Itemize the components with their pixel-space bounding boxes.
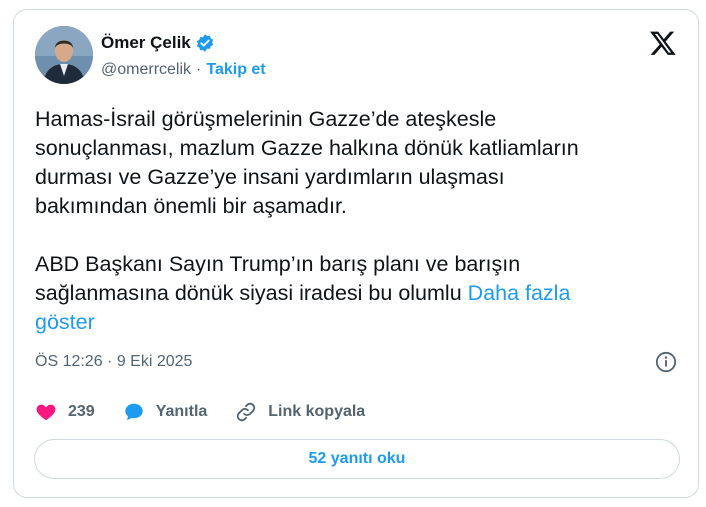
author-name-row: Ömer Çelik — [101, 33, 215, 53]
verified-badge-icon — [196, 34, 213, 52]
link-icon — [237, 402, 256, 422]
reply-bubble-icon — [124, 403, 143, 421]
avatar[interactable] — [35, 26, 93, 84]
reply-label: Yanıtla — [155, 403, 208, 420]
info-icon[interactable] — [655, 351, 677, 373]
tweet-timestamp[interactable]: ÖS 12:26 · 9 Eki 2025 — [35, 353, 192, 371]
author-name[interactable]: Ömer Çelik — [101, 33, 191, 53]
copy-link-label: Link kopyala — [268, 403, 366, 420]
reply-button[interactable]: Yanıtla — [123, 401, 208, 423]
tweet-card: Ömer Çelik @omerrcelik · Takip et Hamas-… — [13, 9, 699, 498]
like-button[interactable]: 239 — [35, 401, 95, 423]
x-logo-icon[interactable] — [649, 29, 677, 57]
tweet-text: Hamas-İsrail görüşmelerinin Gazze’de ate… — [35, 105, 675, 337]
separator-dot: · — [196, 61, 202, 78]
author-handle-row: @omerrcelik · Takip et — [101, 61, 266, 79]
author-handle[interactable]: @omerrcelik — [101, 61, 191, 79]
like-count: 239 — [68, 403, 95, 420]
heart-icon — [36, 404, 56, 421]
follow-button[interactable]: Takip et — [206, 61, 265, 79]
tweet-paragraph-2: ABD Başkanı Sayın Trump’ın barış planı v… — [35, 252, 521, 305]
tweet-paragraph-1: Hamas-İsrail görüşmelerinin Gazze’de ate… — [35, 107, 579, 218]
action-bar: 239 Yanıtla Link kopyala — [35, 401, 393, 423]
avatar-image — [35, 26, 93, 84]
copy-link-button[interactable]: Link kopyala — [235, 401, 365, 423]
read-replies-button[interactable]: 52 yanıtı oku — [34, 439, 680, 479]
